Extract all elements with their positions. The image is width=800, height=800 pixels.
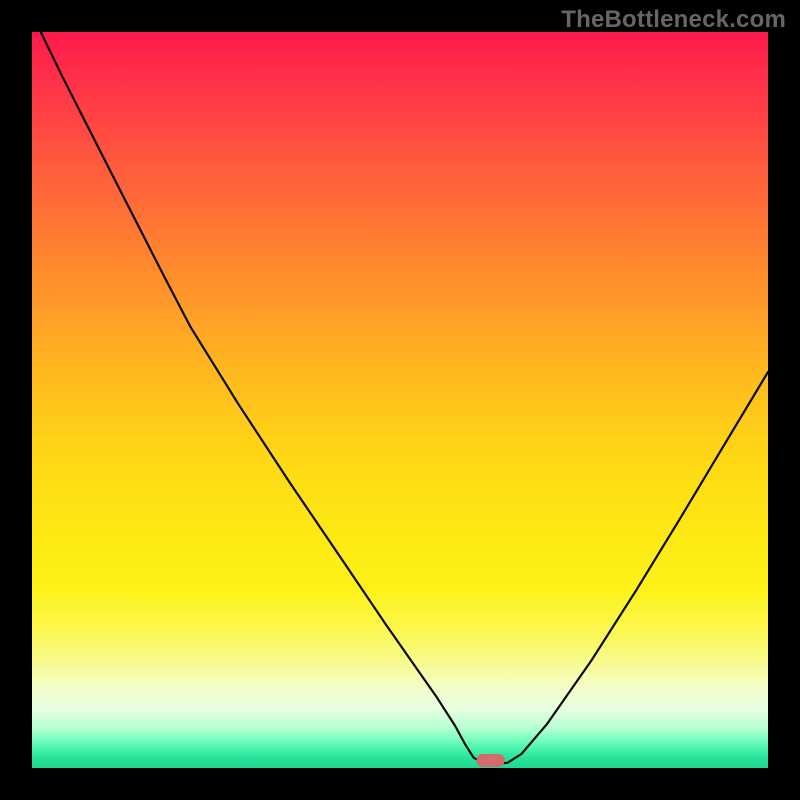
chart-frame: TheBottleneck.com	[0, 0, 800, 800]
curve-layer	[32, 32, 768, 768]
plot-area	[32, 32, 768, 768]
watermark-text: TheBottleneck.com	[561, 6, 786, 34]
bottleneck-curve	[41, 32, 768, 764]
optimum-marker	[477, 754, 505, 767]
